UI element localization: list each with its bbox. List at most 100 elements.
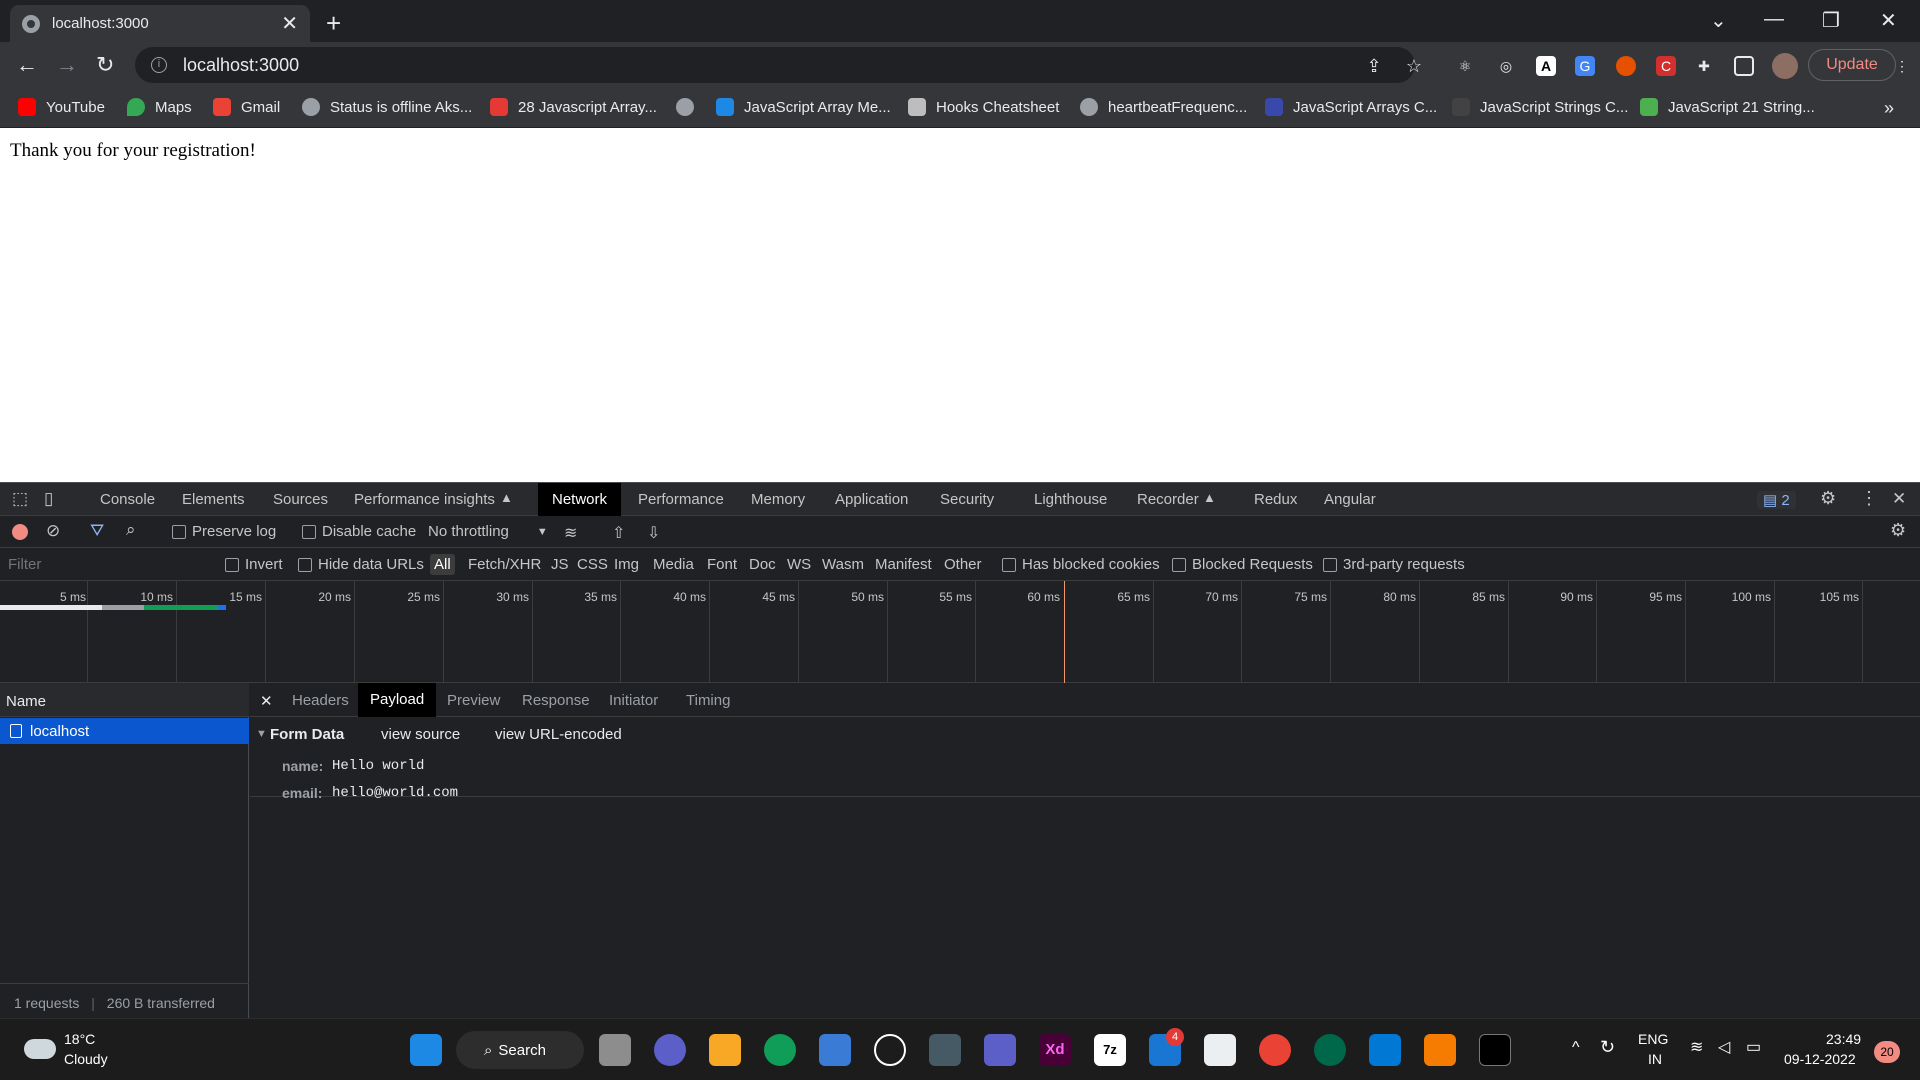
issues-badge[interactable]: ▤ 2 [1757,491,1796,509]
extension-orange-icon[interactable] [1616,56,1636,76]
tab-sources[interactable]: Sources [273,491,328,508]
filter-all[interactable]: All [430,554,455,575]
close-window-button[interactable]: ✕ [1880,8,1897,33]
filter-img[interactable]: Img [614,556,639,573]
bookmark-js-array-methods[interactable]: JavaScript Array Me... [716,98,891,116]
wifi-icon[interactable]: ≋ [1690,1037,1703,1057]
language-label[interactable]: ENG [1638,1031,1668,1047]
bookmark-gmail[interactable]: Gmail [213,98,280,116]
sync-icon[interactable]: ↻ [1600,1037,1615,1058]
tab-timing[interactable]: Timing [686,692,730,709]
chevron-up-icon[interactable]: ^ [1572,1039,1580,1057]
hide-data-urls-checkbox[interactable]: Hide data URLs [298,556,424,573]
store-icon[interactable] [819,1034,851,1066]
disable-cache-checkbox[interactable]: Disable cache [302,523,416,540]
checkbox[interactable] [298,558,312,573]
tab-payload[interactable]: Payload [358,683,437,717]
minimize-button[interactable]: — [1764,8,1784,31]
weather-desc[interactable]: Cloudy [64,1051,108,1067]
network-settings-icon[interactable]: ⚙ [1890,520,1906,541]
tab-preview[interactable]: Preview [447,692,500,709]
chrome-icon[interactable] [1259,1034,1291,1066]
more-bookmarks-icon[interactable]: » [1884,98,1894,119]
avatar[interactable] [1772,53,1798,79]
tab-angular[interactable]: Angular [1324,491,1376,508]
tab-redux[interactable]: Redux [1254,491,1297,508]
adobe-xd-icon[interactable]: Xd [1039,1034,1071,1066]
bookmark-hooks[interactable]: Hooks Cheatsheet [908,98,1059,116]
inspect-element-icon[interactable]: ⬚ [12,489,28,509]
dell-icon[interactable] [874,1034,906,1066]
vscode-icon[interactable] [1369,1034,1401,1066]
target-icon[interactable]: ◎ [1496,56,1516,76]
bookmark-status[interactable]: Status is offline Aks... [302,98,472,116]
teams-icon[interactable] [984,1034,1016,1066]
bookmark-star-icon[interactable]: ☆ [1404,56,1424,76]
tab-application[interactable]: Application [835,491,908,508]
bookmark-globe[interactable] [676,98,704,116]
filter-other[interactable]: Other [944,556,982,573]
bookmark-js-strings[interactable]: JavaScript Strings C... [1452,98,1628,116]
react-devtools-icon[interactable]: ⚛ [1455,56,1475,76]
terminal-icon[interactable] [1479,1034,1511,1066]
update-button[interactable]: Update [1808,49,1896,81]
clear-icon[interactable]: ⊘ [46,521,60,541]
device-toolbar-icon[interactable]: ▯ [44,489,53,509]
tab-headers[interactable]: Headers [292,692,349,709]
record-button[interactable] [12,524,28,540]
close-devtools-icon[interactable]: ✕ [1892,489,1906,509]
view-url-encoded-link[interactable]: view URL-encoded [495,726,622,743]
pdf-icon[interactable] [1424,1034,1456,1066]
close-tab-icon[interactable]: ✕ [281,11,298,36]
new-tab-button[interactable]: + [326,8,341,39]
back-button[interactable]: ← [16,52,38,78]
tab-lighthouse[interactable]: Lighthouse [1034,491,1107,508]
kebab-menu-icon[interactable]: ⋮ [1892,56,1912,76]
filter-manifest[interactable]: Manifest [875,556,932,573]
clock-date[interactable]: 09-12-2022 [1784,1051,1856,1067]
checkbox[interactable] [1172,558,1186,573]
filter-fetch-xhr[interactable]: Fetch/XHR [468,556,541,573]
settings-gear-icon[interactable]: ⚙ [1820,488,1836,509]
forward-button[interactable]: → [56,52,78,78]
filter-font[interactable]: Font [707,556,737,573]
bookmark-js-arrays[interactable]: JavaScript Arrays C... [1265,98,1437,116]
search-icon[interactable]: ⌕ [126,520,136,540]
share-icon[interactable]: ⇪ [1364,56,1384,76]
filter-input[interactable] [0,551,210,577]
tab-security[interactable]: Security [940,491,994,508]
name-column-header[interactable]: Name [0,683,249,717]
extension-red-icon[interactable]: C [1656,56,1676,76]
file-explorer-icon[interactable] [709,1034,741,1066]
7zip-icon[interactable]: 7z [1094,1034,1126,1066]
checkbox[interactable] [225,558,239,573]
font-extension-icon[interactable]: A [1536,56,1556,76]
battery-icon[interactable]: ▭ [1746,1037,1761,1057]
tab-response[interactable]: Response [522,692,590,709]
checkbox[interactable] [1323,558,1337,573]
tab-elements[interactable]: Elements [182,491,245,508]
translate-icon[interactable]: G [1575,56,1595,76]
info-icon[interactable]: i [151,57,167,73]
filter-icon[interactable]: ⛛ [90,521,104,541]
filter-ws[interactable]: WS [787,556,811,573]
preserve-log-checkbox[interactable]: Preserve log [172,523,276,540]
close-detail-icon[interactable]: ✕ [260,692,273,710]
side-panel-icon[interactable] [1734,56,1754,76]
weather-temp[interactable]: 18°C [64,1031,95,1047]
filter-css[interactable]: CSS [577,556,608,573]
filter-js[interactable]: JS [551,556,569,573]
tab-memory[interactable]: Memory [751,491,805,508]
region-label[interactable]: IN [1648,1051,1662,1067]
view-source-link[interactable]: view source [381,726,460,743]
restore-button[interactable]: ❐ [1822,8,1840,33]
address-bar[interactable]: i localhost:3000 [135,47,1415,83]
notification-badge[interactable]: 20 [1874,1041,1900,1063]
network-timeline-overview[interactable]: 5 ms 10 ms 15 ms 20 ms 25 ms 30 ms 35 ms… [0,581,1920,683]
tab-recorder[interactable]: Recorder [1137,491,1199,508]
import-har-icon[interactable]: ⇧ [612,523,625,543]
edge-icon[interactable] [764,1034,796,1066]
bookmark-maps[interactable]: Maps [127,98,192,116]
app-icon[interactable] [1204,1034,1236,1066]
task-view-icon[interactable] [599,1034,631,1066]
